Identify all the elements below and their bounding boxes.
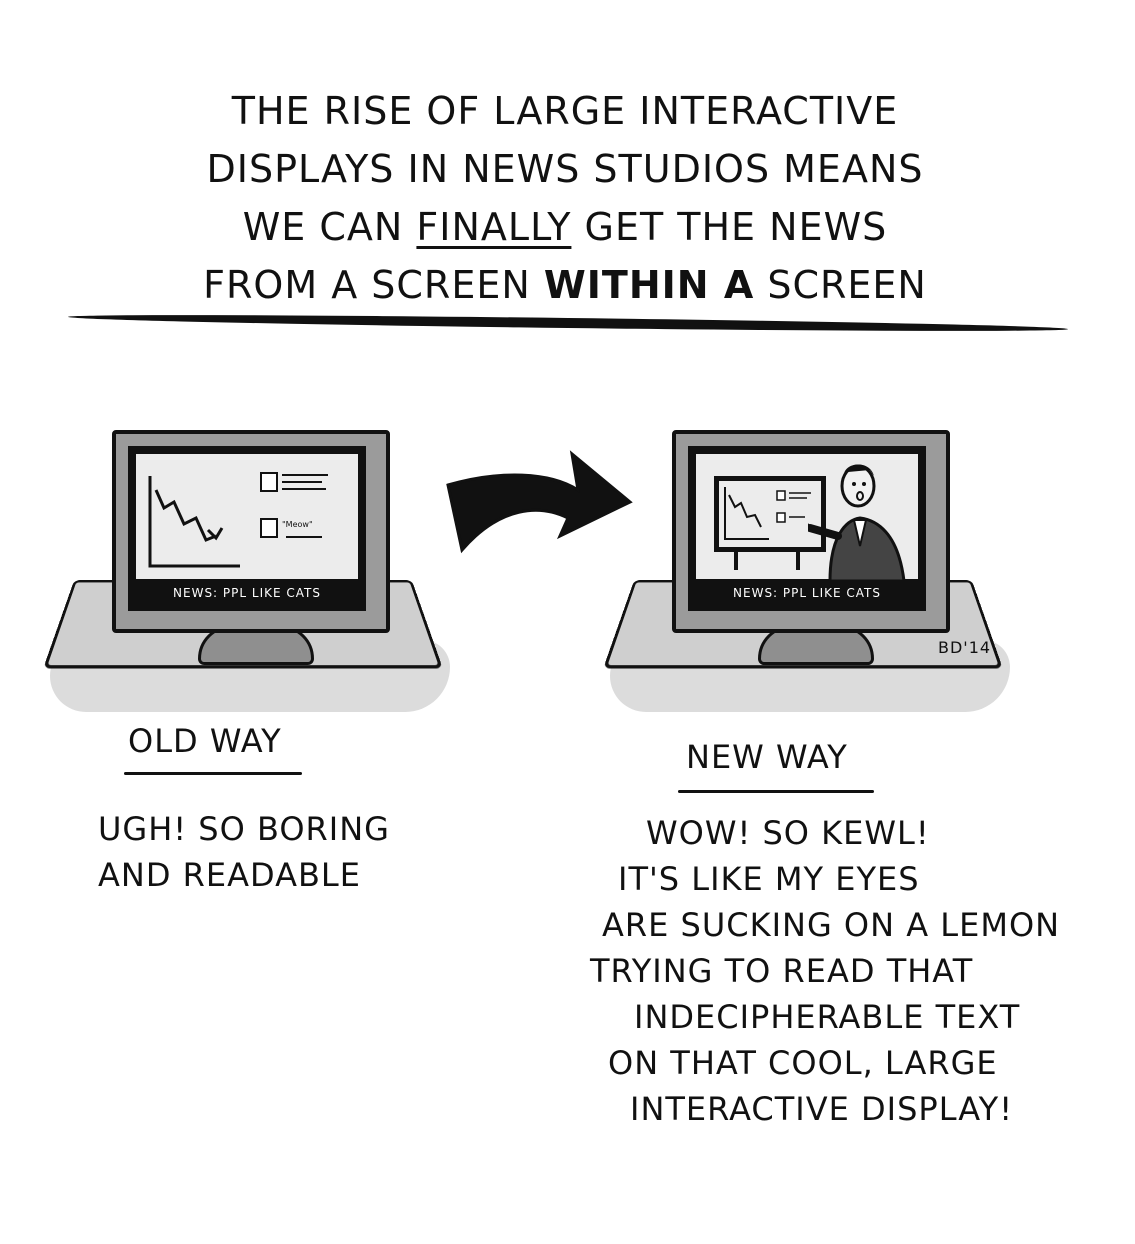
artist-signature: BD'14	[938, 638, 992, 657]
caption-line: interactive display!	[630, 1090, 1014, 1128]
header-line-2: displays in news studios means	[206, 147, 924, 191]
news-ticker: News: PPL like cats	[173, 586, 321, 600]
old-way-underline	[124, 772, 302, 775]
new-way-caption: Wow! So kewl! It's like my eyes are suck…	[590, 810, 1110, 1132]
meow-quote: "Meow"	[282, 520, 313, 529]
header-underlined-word: finally	[416, 205, 572, 249]
caption-line: indecipherable text	[634, 998, 1021, 1036]
monitor-screen: "Meow" News: PPL like cats	[128, 446, 366, 611]
caption-line: It's like my eyes	[618, 860, 920, 898]
old-way-caption: Ugh! So boring and readable	[98, 806, 390, 898]
caption-line: trying to read that	[590, 952, 974, 990]
caption-line: and readable	[98, 856, 361, 894]
news-presenter-icon	[808, 464, 906, 581]
mini-chart-icon	[724, 487, 811, 540]
header-line-3-start: we can	[242, 205, 404, 249]
text-line	[282, 474, 328, 476]
monitor: "Meow" News: PPL like cats	[112, 430, 390, 633]
display-leg	[734, 550, 738, 570]
header-line-4-end: screen	[767, 263, 927, 307]
new-way-title: New way	[686, 738, 848, 776]
header-divider	[67, 311, 1069, 335]
header-bold-words: within a	[543, 263, 755, 307]
header-line-3-end: get the news	[584, 205, 888, 249]
monitor: News: PPL like cats	[672, 430, 950, 633]
cat-portrait-icon	[260, 518, 278, 538]
display-leg	[796, 550, 800, 570]
text-line	[282, 488, 326, 490]
monitor-screen: News: PPL like cats	[688, 446, 926, 611]
header-line-3: we can finally get the news	[60, 198, 1070, 256]
text-line	[286, 536, 322, 538]
old-way-title: Old way	[128, 722, 282, 760]
comic-header: The rise of large interactive displays i…	[60, 82, 1070, 314]
news-items: "Meow"	[256, 468, 356, 568]
caption-line: on that cool, large	[608, 1044, 998, 1082]
caption-line: Wow! So kewl!	[646, 814, 930, 852]
caption-line: are sucking on a lemon	[602, 906, 1061, 944]
header-line-4-start: from a screen	[203, 263, 531, 307]
old-way-illustration: "Meow" News: PPL like cats	[40, 410, 460, 730]
caption-line: Ugh! So boring	[98, 810, 390, 848]
text-line	[282, 481, 322, 483]
new-way-underline	[678, 790, 874, 793]
header-line-1: The rise of large interactive	[231, 89, 899, 133]
news-ticker: News: PPL like cats	[733, 586, 881, 600]
person-portrait-icon	[260, 472, 278, 492]
header-line-4: from a screen within a screen	[60, 256, 1070, 314]
declining-chart-icon	[148, 476, 240, 568]
news-graphic: "Meow"	[136, 454, 358, 579]
new-way-illustration: News: PPL like cats	[600, 410, 1020, 730]
studio-scene	[696, 454, 918, 581]
